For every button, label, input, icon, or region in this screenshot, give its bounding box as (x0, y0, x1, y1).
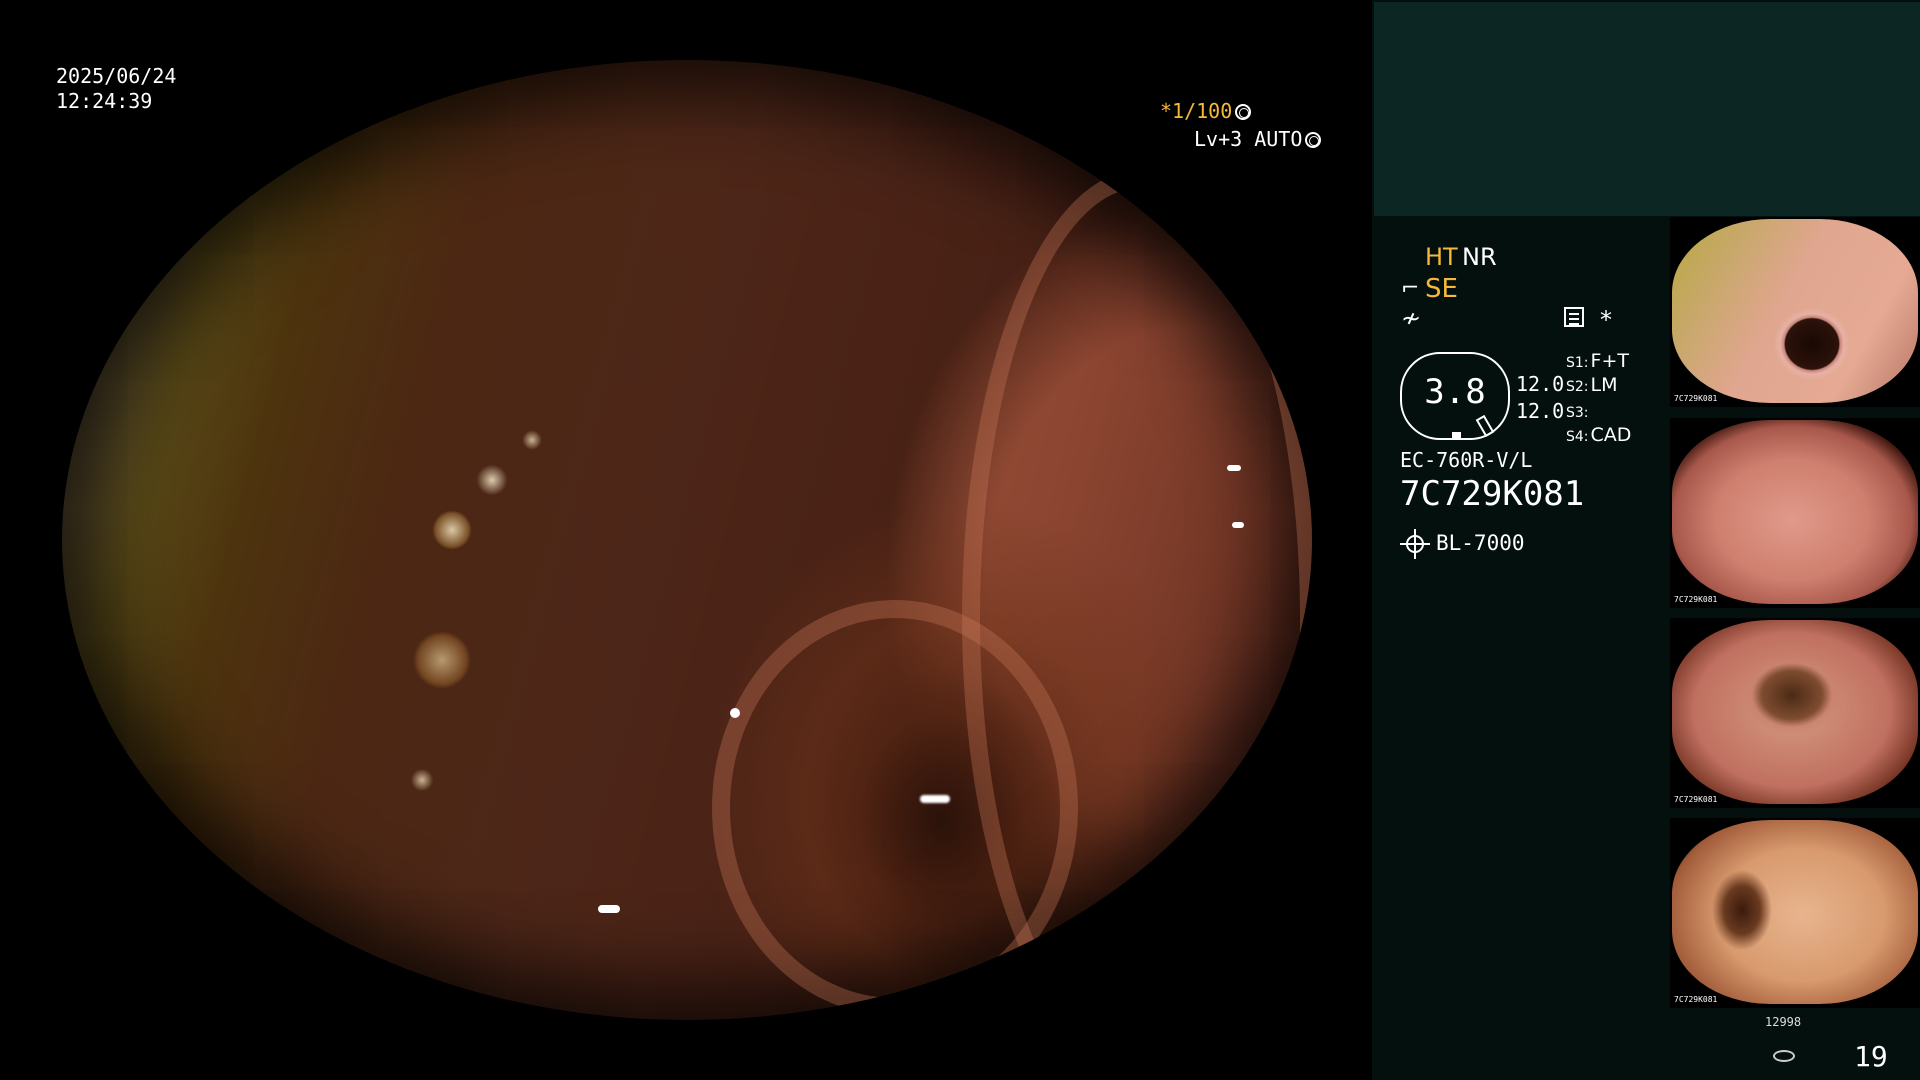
gauge-marker (1452, 432, 1461, 439)
datetime-display: 2025/06/24 12:24:39 (56, 64, 176, 114)
captured-thumbnail[interactable]: 7C729K081 (1670, 217, 1920, 407)
storage-count: 12998 (1765, 1015, 1802, 1029)
thumbnail-label: 7C729K081 (1674, 795, 1718, 804)
specular-highlight (920, 795, 950, 803)
structure-enhance-icon: ⌐ (1401, 276, 1420, 301)
bubble-cluster (392, 400, 572, 840)
thumbnail-image (1672, 420, 1918, 604)
switch-s3: S3: (1566, 400, 1591, 422)
iris-text: AUTO (1254, 127, 1303, 151)
lumen-fold (712, 600, 1078, 1016)
scope-model: EC-760R-V/L (1400, 448, 1533, 472)
specular-highlight (1227, 465, 1241, 471)
endoscope-main-view: 2025/06/24 12:24:39 *1/100 Lv+3 AUTO (0, 0, 1372, 1080)
storage-disk-icon (1773, 1050, 1795, 1062)
switch-s2: S2: LM (1566, 374, 1618, 396)
switch-s4: S4: CAD (1566, 424, 1631, 446)
switch-key: S4: (1566, 429, 1589, 445)
zoom-gauge: 3.8 (1400, 352, 1510, 440)
gain-value-1: 12.0 (1516, 372, 1565, 396)
image-count: 19 (1854, 1040, 1888, 1073)
shutter-prefix: * (1160, 99, 1173, 123)
thumbnail-image (1672, 620, 1918, 804)
switch-s1: S1: F+T (1566, 350, 1629, 372)
iris-icon (1305, 132, 1322, 148)
gauge-tick-icon (1475, 414, 1495, 438)
switch-key: S1: (1566, 355, 1589, 371)
switch-value: LM (1590, 374, 1618, 396)
specular-highlight (730, 708, 740, 718)
switch-value: F+T (1590, 350, 1629, 372)
aperture-icon (1235, 104, 1252, 120)
switch-key: S3: (1566, 405, 1589, 421)
thumbnail-image (1672, 219, 1918, 403)
info-panel-header (1374, 2, 1920, 216)
gain-value-2: 12.0 (1516, 399, 1565, 423)
ht-label: HT (1425, 243, 1458, 271)
endoscopic-image (62, 60, 1312, 1020)
captured-thumbnail[interactable]: 7C729K081 (1670, 618, 1920, 808)
thumbnail-label: 7C729K081 (1674, 394, 1718, 403)
captured-thumbnail[interactable]: 7C729K081 (1670, 818, 1920, 1008)
date-text: 2025/06/24 (56, 64, 177, 88)
level-text: Lv+3 (1194, 127, 1243, 151)
asterisk-indicator: * (1600, 306, 1612, 334)
thumbnail-image (1672, 820, 1918, 1004)
brightness-level-display: Lv+3 AUTO (1194, 127, 1322, 152)
captured-thumbnail[interactable]: 7C729K081 (1670, 418, 1920, 608)
specular-highlight (1232, 522, 1244, 528)
shutter-speed-text: 1/100 (1172, 99, 1233, 123)
thumbnail-label: 7C729K081 (1674, 995, 1718, 1004)
scope-serial: 7C729K081 (1400, 474, 1585, 514)
gauge-value: 3.8 (1424, 372, 1486, 412)
memo-icon (1564, 307, 1584, 327)
time-text: 12:24:39 (56, 89, 153, 113)
light-source-model: BL-7000 (1436, 531, 1525, 555)
specular-highlight (598, 905, 620, 913)
light-source-icon (1400, 529, 1430, 559)
nr-label: NR (1462, 243, 1497, 271)
switch-value: CAD (1590, 424, 1632, 446)
thumbnail-label: 7C729K081 (1674, 595, 1718, 604)
shutter-speed-display: *1/100 (1160, 99, 1372, 124)
freeze-icon: ≁ (1401, 304, 1422, 332)
se-label: SE (1425, 274, 1458, 304)
switch-key: S2: (1566, 379, 1589, 395)
